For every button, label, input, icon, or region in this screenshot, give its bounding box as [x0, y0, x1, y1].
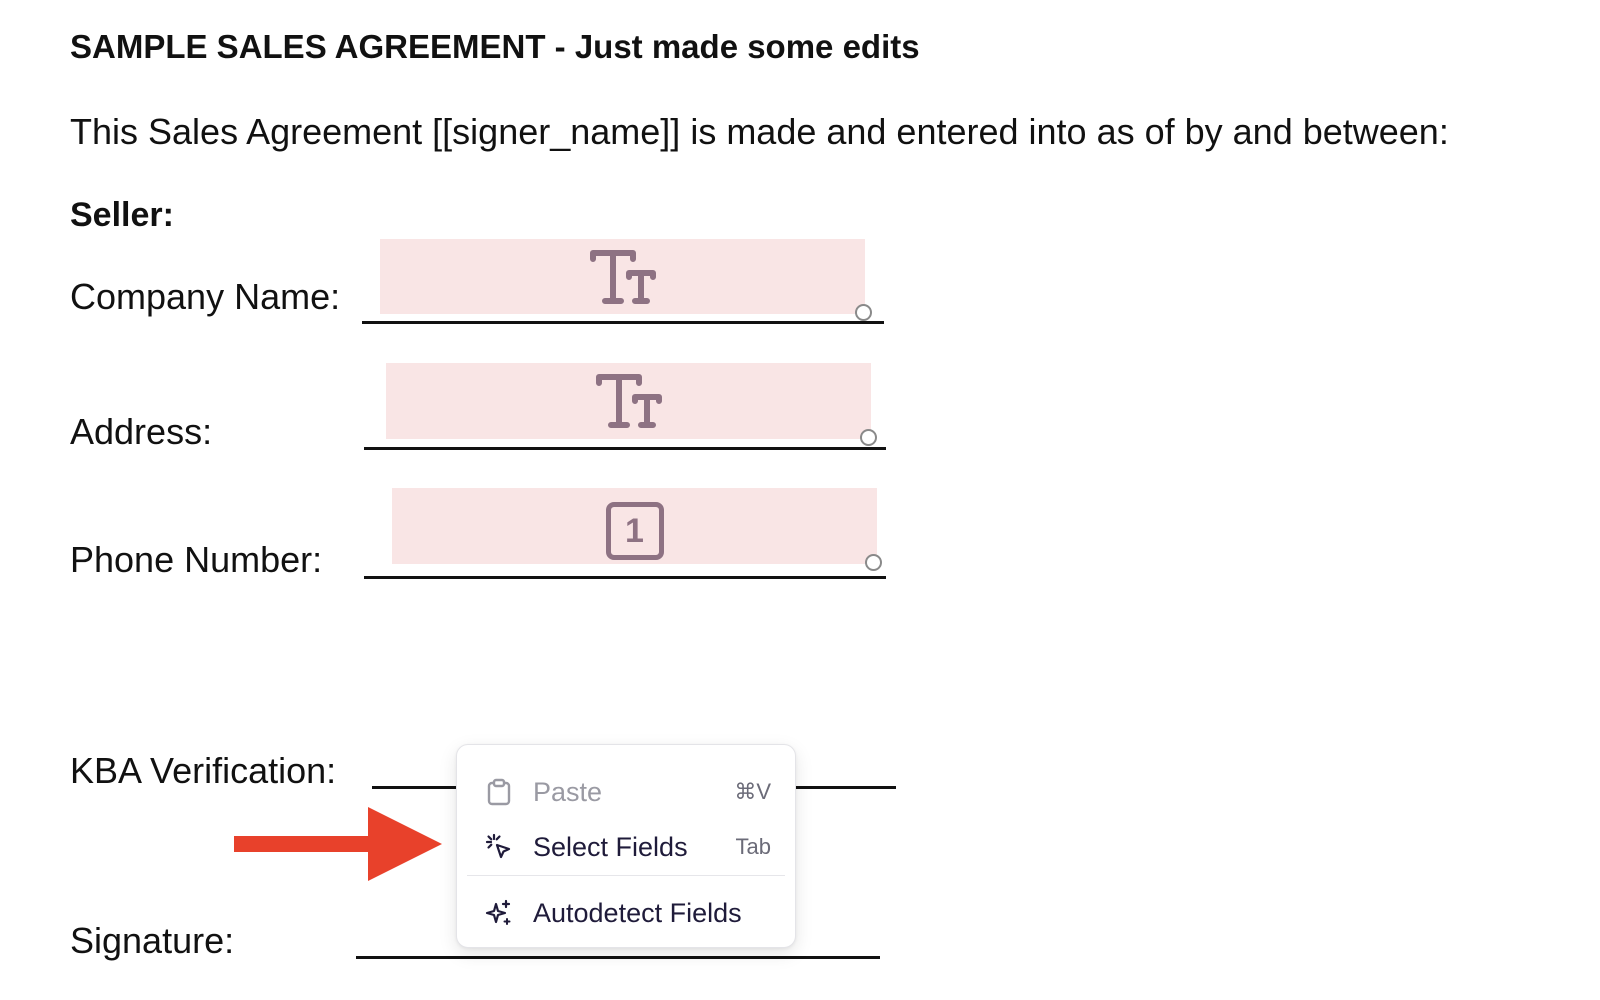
company-name-label: Company Name:	[70, 276, 341, 317]
menu-item-label: Select Fields	[533, 831, 688, 862]
company-name-resize-handle[interactable]	[855, 304, 872, 321]
sparkles-icon	[483, 897, 515, 929]
context-menu: Paste ⌘V Select Fields Tab Autodetect Fi…	[456, 744, 796, 948]
menu-item-select-fields[interactable]: Select Fields Tab	[457, 821, 795, 873]
signature-line	[356, 956, 880, 959]
menu-separator	[467, 875, 785, 876]
number-box-icon: 1	[605, 502, 664, 560]
address-resize-handle[interactable]	[860, 429, 877, 446]
text-type-icon	[595, 374, 662, 428]
cursor-click-icon	[483, 831, 515, 863]
menu-item-autodetect-fields[interactable]: Autodetect Fields	[457, 887, 795, 939]
intro-paragraph: This Sales Agreement [[signer_name]] is …	[70, 111, 1449, 152]
phone-number-line	[364, 576, 886, 579]
arrow-right-icon	[234, 807, 442, 881]
address-text-field[interactable]	[386, 363, 871, 439]
text-type-icon	[589, 249, 656, 304]
address-label: Address:	[70, 411, 213, 452]
menu-item-label: Autodetect Fields	[533, 897, 742, 928]
clipboard-icon	[483, 776, 515, 808]
signature-label: Signature:	[70, 920, 235, 961]
phone-number-label: Phone Number:	[70, 539, 323, 580]
menu-item-shortcut: Tab	[735, 834, 771, 859]
phone-number-resize-handle[interactable]	[865, 554, 882, 571]
seller-heading: Seller:	[70, 196, 174, 234]
company-name-text-field[interactable]	[380, 239, 865, 314]
phone-number-field[interactable]: 1	[392, 488, 877, 564]
company-name-line	[362, 321, 884, 324]
menu-item-label: Paste	[533, 776, 603, 807]
menu-item-paste[interactable]: Paste ⌘V	[457, 766, 795, 818]
kba-verification-label: KBA Verification:	[70, 750, 337, 791]
menu-item-shortcut: ⌘V	[734, 779, 771, 804]
document-title: SAMPLE SALES AGREEMENT - Just made some …	[70, 28, 920, 65]
address-line	[364, 447, 886, 450]
